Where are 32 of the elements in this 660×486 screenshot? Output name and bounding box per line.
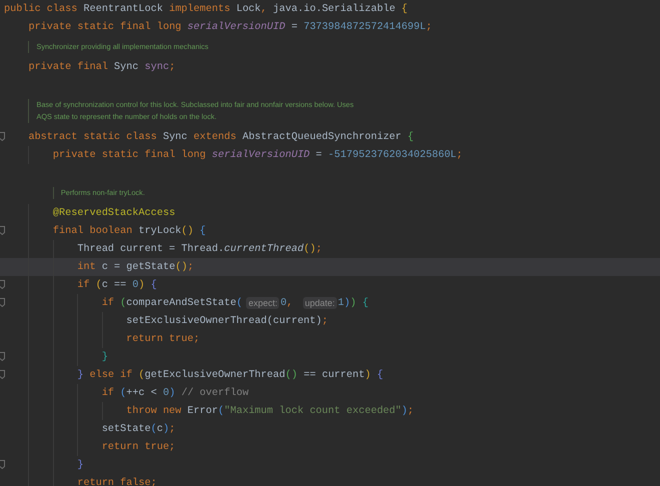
code-text: return true; — [126, 334, 200, 344]
code-text: int c = getState(); — [77, 262, 194, 272]
fold-icon[interactable] — [0, 352, 5, 361]
code-text: } — [102, 352, 108, 362]
code-text: Thread current = Thread.currentThread(); — [77, 244, 322, 254]
fold-icon[interactable] — [0, 132, 5, 141]
code-text: @ReservedStackAccess — [52, 208, 176, 218]
code-text: private final Sync sync; — [28, 62, 176, 72]
code-text: 0, — [280, 298, 294, 308]
code-text: } else if (getExclusiveOwnerThread() == current) { — [77, 370, 384, 380]
fold-icon[interactable] — [0, 280, 5, 289]
code-text: return false; — [77, 478, 157, 486]
code-text: 1)) { — [338, 298, 368, 308]
code-text: if (compareAndSetState( — [102, 298, 242, 308]
parameter-hint: expect: — [246, 297, 280, 309]
fold-icon[interactable] — [0, 298, 5, 307]
code-text: } — [77, 460, 84, 470]
code-text: return true; — [102, 442, 176, 452]
code-text: abstract static class Sync extends AbstractQueuedSynchronizer { — [28, 132, 414, 142]
fold-icon[interactable] — [0, 370, 5, 379]
code-text: private static final long serialVersionUID = 7373984872572414699L; — [28, 22, 432, 32]
code-text: final boolean tryLock() { — [52, 226, 206, 236]
code-text: setState(c); — [102, 424, 176, 434]
code-text: public class ReentrantLock implements Lock, java.io.Serializable { — [4, 4, 408, 14]
code-text: throw new Error("Maximum lock count exceeded"); — [126, 406, 414, 416]
code-text: setExclusiveOwnerThread(current); — [126, 316, 328, 326]
parameter-hint: update: — [302, 297, 337, 309]
fold-icon[interactable] — [0, 226, 5, 235]
code-text: private static final long serialVersionUID = -5179523762034025860L; — [52, 150, 463, 160]
code-text: if (c == 0) { — [77, 280, 157, 290]
fold-icon[interactable] — [0, 460, 5, 469]
code-text: if (++c < 0) // overflow — [102, 388, 249, 398]
